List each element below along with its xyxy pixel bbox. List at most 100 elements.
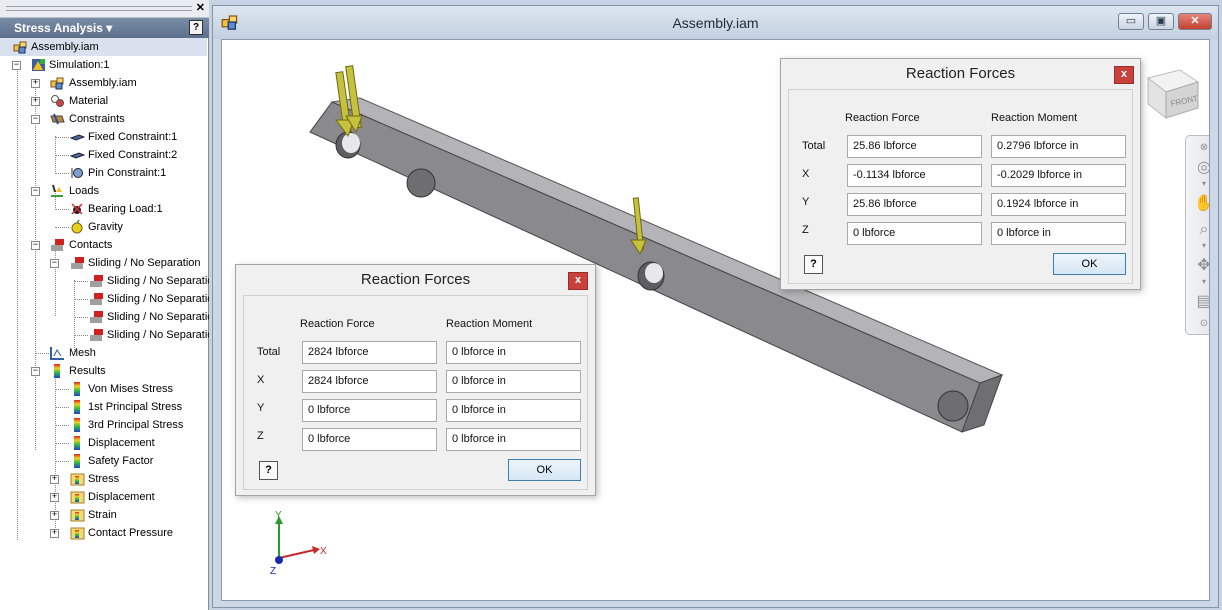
expand-toggle[interactable]: +: [50, 493, 59, 502]
tree-item-von-mises[interactable]: Von Mises Stress: [0, 380, 207, 398]
ok-button[interactable]: OK: [508, 459, 581, 481]
force-z-field[interactable]: 0 lbforce: [847, 222, 982, 245]
expand-toggle[interactable]: +: [50, 475, 59, 484]
help-icon[interactable]: ?: [189, 20, 203, 35]
pan-icon[interactable]: ✋: [1194, 194, 1209, 214]
tree-item-constraints[interactable]: − Constraints: [0, 110, 207, 128]
customize-navbar-icon[interactable]: ⊙: [1194, 314, 1209, 334]
chevron-down-icon[interactable]: ▾: [1198, 180, 1209, 188]
tree-line: [55, 155, 69, 156]
expand-toggle[interactable]: +: [31, 79, 40, 88]
ok-button[interactable]: OK: [1053, 253, 1126, 275]
fixed-constraint-icon: [70, 134, 85, 141]
fixed-constraint-icon: [70, 152, 85, 159]
moment-total-field[interactable]: 0.2796 lbforce in: [991, 135, 1126, 158]
tree-item-sliding-group[interactable]: − Sliding / No Separation: [0, 254, 207, 272]
expand-toggle[interactable]: +: [50, 529, 59, 538]
tree-item-fixed-constraint-1[interactable]: Fixed Constraint:1: [0, 128, 207, 146]
force-y-field[interactable]: 0 lbforce: [302, 399, 437, 422]
browser-grip-bar[interactable]: ✕: [0, 0, 209, 18]
beam-hole-inner: [342, 133, 360, 153]
tree-item-assembly[interactable]: + Assembly.iam: [0, 74, 207, 92]
tree-item-mesh[interactable]: Mesh: [0, 344, 207, 362]
tree-item-1st-principal[interactable]: 1st Principal Stress: [0, 398, 207, 416]
tree-line: [55, 227, 69, 228]
moment-x-field[interactable]: -0.2029 lbforce in: [991, 164, 1126, 187]
chevron-down-icon[interactable]: ▾: [1198, 242, 1209, 250]
collapse-toggle[interactable]: −: [50, 259, 59, 268]
x-axis-label: X: [320, 546, 327, 557]
tree-item-3rd-principal[interactable]: 3rd Principal Stress: [0, 416, 207, 434]
collapse-toggle[interactable]: −: [31, 115, 40, 124]
moment-y-field[interactable]: 0 lbforce in: [446, 399, 581, 422]
z-axis: [275, 556, 283, 564]
tree-item-results[interactable]: − Results: [0, 362, 207, 380]
reaction-forces-dialog-2[interactable]: Reaction Forces x Reaction Force Reactio…: [235, 264, 596, 496]
help-button[interactable]: ?: [804, 255, 823, 274]
look-at-icon[interactable]: ▤: [1194, 292, 1209, 312]
force-total-field[interactable]: 25.86 lbforce: [847, 135, 982, 158]
result-plot-icon: [74, 400, 80, 414]
tree-item-contact-pressure-folder[interactable]: + Contact Pressure: [0, 524, 207, 542]
tree-label: Simulation:1: [49, 59, 110, 71]
tree-item-sliding-1[interactable]: Sliding / No Separatio: [0, 272, 209, 290]
chevron-down-icon[interactable]: ▾: [1198, 278, 1209, 286]
force-x-field[interactable]: -0.1134 lbforce: [847, 164, 982, 187]
tree-item-stress-folder[interactable]: + Stress: [0, 470, 207, 488]
close-navbar-icon[interactable]: ⊗: [1194, 138, 1209, 158]
tree-item-sliding-4[interactable]: Sliding / No Separatio: [0, 326, 209, 344]
viewcube[interactable]: FRONT: [1138, 60, 1204, 120]
reaction-forces-dialog-1[interactable]: Reaction Forces x Reaction Force Reactio…: [780, 58, 1141, 290]
tree-item-strain-folder[interactable]: + Strain: [0, 506, 207, 524]
tree-item-fixed-constraint-2[interactable]: Fixed Constraint:2: [0, 146, 207, 164]
help-button[interactable]: ?: [259, 461, 278, 480]
moment-z-field[interactable]: 0 lbforce in: [446, 428, 581, 451]
force-x-field[interactable]: 2824 lbforce: [302, 370, 437, 393]
dialog-title[interactable]: Reaction Forces: [236, 265, 595, 295]
grip-lines: [6, 6, 192, 11]
browser-close-icon[interactable]: ✕: [196, 1, 205, 14]
dialog-close-button[interactable]: x: [1114, 66, 1134, 84]
expand-toggle[interactable]: +: [50, 511, 59, 520]
window-title-bar[interactable]: Assembly.iam ▭ ▣ ✕: [213, 6, 1218, 39]
tree-item-safety-factor[interactable]: Safety Factor: [0, 452, 207, 470]
tree-item-gravity[interactable]: Gravity: [0, 218, 207, 236]
moment-z-field[interactable]: 0 lbforce in: [991, 222, 1126, 245]
collapse-toggle[interactable]: −: [31, 187, 40, 196]
tree-root-assembly[interactable]: Assembly.iam: [0, 38, 207, 56]
tree-item-simulation[interactable]: − Simulation:1: [0, 56, 207, 74]
orbit-icon[interactable]: ✥: [1194, 256, 1209, 276]
tree-item-bearing-load-1[interactable]: Bearing Load:1: [0, 200, 207, 218]
tree-item-pin-constraint-1[interactable]: Pin Constraint:1: [0, 164, 207, 182]
moment-x-field[interactable]: 0 lbforce in: [446, 370, 581, 393]
force-total-field[interactable]: 2824 lbforce: [302, 341, 437, 364]
moment-total-field[interactable]: 0 lbforce in: [446, 341, 581, 364]
window-title: Assembly.iam: [672, 15, 759, 31]
tree-item-sliding-2[interactable]: Sliding / No Separatio: [0, 290, 209, 308]
column-header-force: Reaction Force: [845, 112, 920, 124]
dialog-close-button[interactable]: x: [568, 272, 588, 290]
tree-item-displacement-folder[interactable]: + Displacement: [0, 488, 207, 506]
dialog-title[interactable]: Reaction Forces: [781, 59, 1140, 89]
zoom-icon[interactable]: ⌕: [1194, 220, 1209, 240]
tree-item-displacement-plot[interactable]: Displacement: [0, 434, 207, 452]
tree-item-material[interactable]: + Material: [0, 92, 207, 110]
minimize-button[interactable]: ▭: [1118, 13, 1144, 30]
force-z-field[interactable]: 0 lbforce: [302, 428, 437, 451]
steering-wheel-icon[interactable]: ◎: [1194, 158, 1209, 178]
collapse-toggle[interactable]: −: [31, 367, 40, 376]
expand-toggle[interactable]: +: [31, 97, 40, 106]
maximize-button[interactable]: ▣: [1148, 13, 1174, 30]
row-label: Y: [257, 402, 265, 414]
close-button[interactable]: ✕: [1178, 13, 1212, 30]
force-y-field[interactable]: 25.86 lbforce: [847, 193, 982, 216]
tree-item-loads[interactable]: − Loads: [0, 182, 207, 200]
collapse-toggle[interactable]: −: [12, 61, 21, 70]
tree-item-sliding-3[interactable]: Sliding / No Separatio: [0, 308, 209, 326]
browser-title-dropdown[interactable]: Stress Analysis ▾: [14, 21, 112, 35]
collapse-toggle[interactable]: −: [31, 241, 40, 250]
tree-line: [55, 173, 69, 174]
tree-item-contacts[interactable]: − Contacts: [0, 236, 207, 254]
moment-y-field[interactable]: 0.1924 lbforce in: [991, 193, 1126, 216]
results-icon: [54, 364, 60, 378]
